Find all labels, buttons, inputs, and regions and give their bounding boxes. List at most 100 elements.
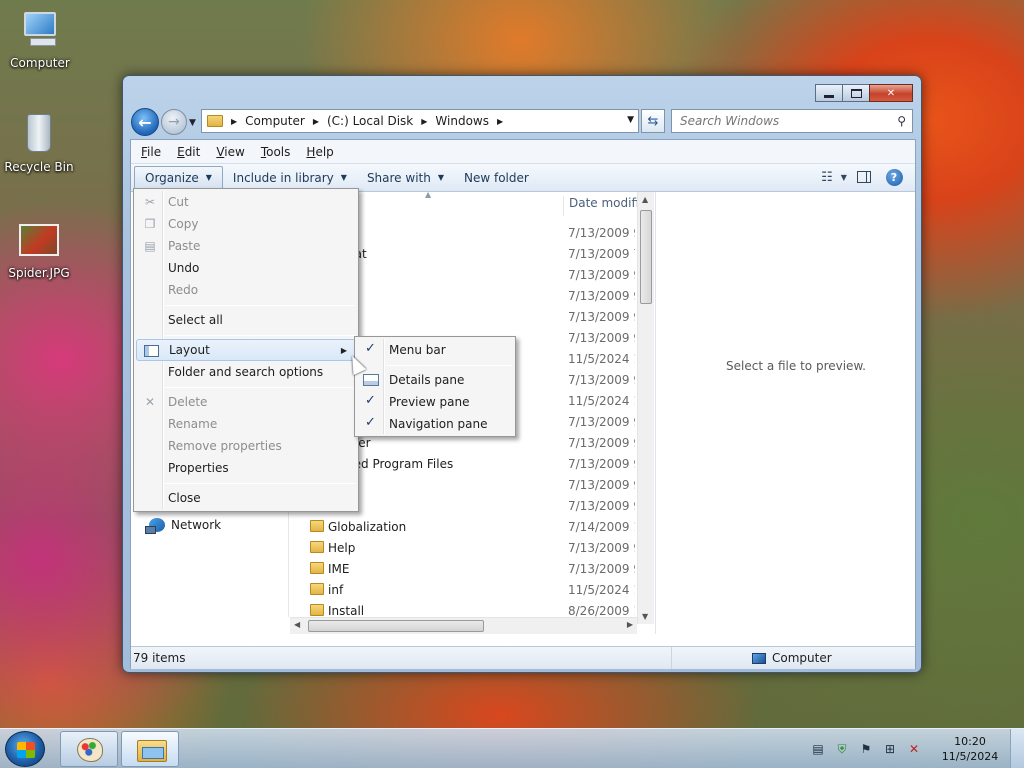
vertical-scrollbar[interactable]: ▲ ▼ — [637, 192, 654, 624]
file-date-modified: 7/13/2009 7:3 — [568, 246, 635, 261]
nav-item-network[interactable]: Network — [145, 518, 221, 534]
recycle-bin-icon — [15, 112, 63, 156]
menu-edit[interactable]: Edit — [169, 145, 208, 159]
menu-item-select-all[interactable]: Select all — [136, 309, 356, 331]
chevron-down-icon: ▼ — [340, 173, 347, 182]
menu-item-properties[interactable]: Properties — [136, 457, 356, 479]
breadcrumb-chevron-icon[interactable]: ▶ — [421, 117, 427, 126]
search-icon[interactable]: ⚲ — [897, 114, 906, 128]
menu-file[interactable]: File — [133, 145, 169, 159]
submenu-arrow-icon: ▶ — [340, 345, 347, 355]
menu-item-details-pane[interactable]: Details pane — [357, 369, 513, 391]
action-center-flag-icon[interactable]: ⚑ — [858, 741, 874, 757]
layout-icon — [143, 345, 159, 357]
close-button[interactable]: ✕ — [869, 84, 913, 102]
maximize-icon — [850, 88, 862, 98]
search-input[interactable] — [680, 114, 880, 128]
volume-muted-icon[interactable]: ✕ — [906, 741, 922, 757]
file-date-modified: 7/14/2009 12 — [568, 519, 635, 534]
breadcrumb: ▶ Computer ▶ (C:) Local Disk ▶ Windows ▶ — [223, 114, 511, 128]
menu-item-navigation-pane[interactable]: ✓ Navigation pane — [357, 413, 513, 435]
scroll-thumb[interactable] — [308, 620, 484, 632]
menu-item-layout[interactable]: Layout ▶ — [136, 339, 356, 361]
taskbar-explorer[interactable] — [121, 731, 179, 767]
breadcrumb-chevron-icon[interactable]: ▶ — [497, 117, 503, 126]
change-view-button[interactable]: ☷ ▼ — [819, 166, 849, 188]
status-zone: Computer — [671, 647, 911, 669]
desktop-icon-recycle-bin[interactable]: Recycle Bin — [1, 112, 77, 174]
menu-item-remove-properties[interactable]: Remove properties — [136, 435, 356, 457]
menu-item-undo[interactable]: Undo — [136, 257, 356, 279]
network-status-icon[interactable]: ⊞ — [882, 741, 898, 757]
horizontal-scrollbar[interactable]: ◀ ▶ — [290, 617, 637, 634]
preview-pane-toggle[interactable] — [849, 166, 879, 188]
scroll-left-icon[interactable]: ◀ — [294, 620, 300, 629]
organize-button[interactable]: Organize ▼ — [134, 165, 223, 190]
preview-pane: Select a file to preview. — [655, 192, 915, 634]
file-row[interactable]: Globalization 7/14/2009 12 — [290, 516, 635, 537]
menu-tools[interactable]: Tools — [253, 145, 299, 159]
chevron-down-icon: ▼ — [437, 173, 444, 182]
breadcrumb-chevron-icon[interactable]: ▶ — [231, 117, 237, 126]
forward-button[interactable]: → — [161, 109, 187, 135]
column-header-date-modified[interactable]: Date modified — [563, 196, 641, 216]
desktop-icon-spider-jpg[interactable]: Spider.JPG — [1, 218, 77, 280]
scroll-up-icon[interactable]: ▲ — [642, 195, 648, 204]
clock[interactable]: 10:20 11/5/2024 — [930, 734, 1010, 764]
recent-pages-dropdown[interactable]: ▼ — [189, 118, 196, 128]
start-button[interactable] — [5, 731, 45, 767]
menu-separator — [165, 483, 355, 484]
folder-icon — [310, 562, 324, 574]
address-dropdown-icon[interactable]: ▼ — [627, 115, 634, 125]
breadcrumb-windows[interactable]: Windows — [435, 114, 489, 128]
menu-item-redo[interactable]: Redo — [136, 279, 356, 301]
explorer-folder-icon — [137, 740, 167, 762]
file-date-modified: 7/13/2009 9:5 — [568, 477, 635, 492]
include-in-library-button[interactable]: Include in library ▼ — [223, 166, 357, 190]
menu-item-close[interactable]: Close — [136, 487, 356, 509]
paste-icon: ▤ — [144, 239, 156, 253]
address-bar[interactable]: ▶ Computer ▶ (C:) Local Disk ▶ Windows ▶… — [201, 109, 639, 133]
scroll-down-icon[interactable]: ▼ — [642, 612, 648, 621]
menu-item-cut[interactable]: ✂ Cut — [136, 191, 356, 213]
menu-item-folder-options[interactable]: Folder and search options — [136, 361, 356, 383]
file-row[interactable]: Install 8/26/2009 1:3 — [290, 600, 635, 617]
menu-view[interactable]: View — [208, 145, 252, 159]
breadcrumb-computer[interactable]: Computer — [245, 114, 305, 128]
scroll-right-icon[interactable]: ▶ — [627, 620, 633, 629]
document-icon[interactable]: ▤ — [810, 741, 826, 757]
menu-item-copy[interactable]: ❐ Copy — [136, 213, 356, 235]
menu-item-rename[interactable]: Rename — [136, 413, 356, 435]
scroll-thumb[interactable] — [640, 210, 652, 304]
help-icon: ? — [885, 168, 903, 186]
taskbar-paint[interactable] — [60, 731, 118, 767]
file-date-modified: 7/13/2009 9:5 — [568, 414, 635, 429]
file-row[interactable]: IME 7/13/2009 9:5 — [290, 558, 635, 579]
file-row[interactable]: inf 11/5/2024 1:0 — [290, 579, 635, 600]
desktop-icon-label: Recycle Bin — [4, 160, 74, 174]
desktop-icon-computer[interactable]: Computer — [2, 8, 78, 70]
maximize-button[interactable] — [842, 84, 870, 102]
back-button[interactable]: ← — [131, 108, 159, 136]
show-desktop-button[interactable] — [1010, 729, 1024, 768]
file-date-modified: 7/13/2009 9:5 — [568, 225, 635, 240]
breadcrumb-chevron-icon[interactable]: ▶ — [313, 117, 319, 126]
menu-item-menu-bar[interactable]: ✓ Menu bar — [357, 339, 513, 361]
file-date-modified: 11/5/2024 12 — [568, 393, 635, 408]
new-folder-button[interactable]: New folder — [454, 166, 539, 190]
menu-item-preview-pane[interactable]: ✓ Preview pane — [357, 391, 513, 413]
security-shield-icon[interactable]: ⛨ — [834, 741, 850, 757]
file-date-modified: 7/13/2009 9:5 — [568, 456, 635, 471]
refresh-button[interactable]: ⇆ — [641, 109, 665, 133]
breadcrumb-local-disk[interactable]: (C:) Local Disk — [327, 114, 413, 128]
menu-item-delete[interactable]: ✕ Delete — [136, 391, 356, 413]
sort-indicator-icon: ▲ — [425, 192, 432, 199]
folder-icon — [310, 583, 324, 595]
chevron-down-icon[interactable]: ▼ — [841, 173, 847, 182]
file-row[interactable]: Help 7/13/2009 9:5 — [290, 537, 635, 558]
help-button[interactable]: ? — [879, 166, 909, 188]
share-with-button[interactable]: Share with ▼ — [357, 166, 454, 190]
minimize-button[interactable] — [815, 84, 843, 102]
menu-help[interactable]: Help — [298, 145, 341, 159]
menu-item-paste[interactable]: ▤ Paste — [136, 235, 356, 257]
